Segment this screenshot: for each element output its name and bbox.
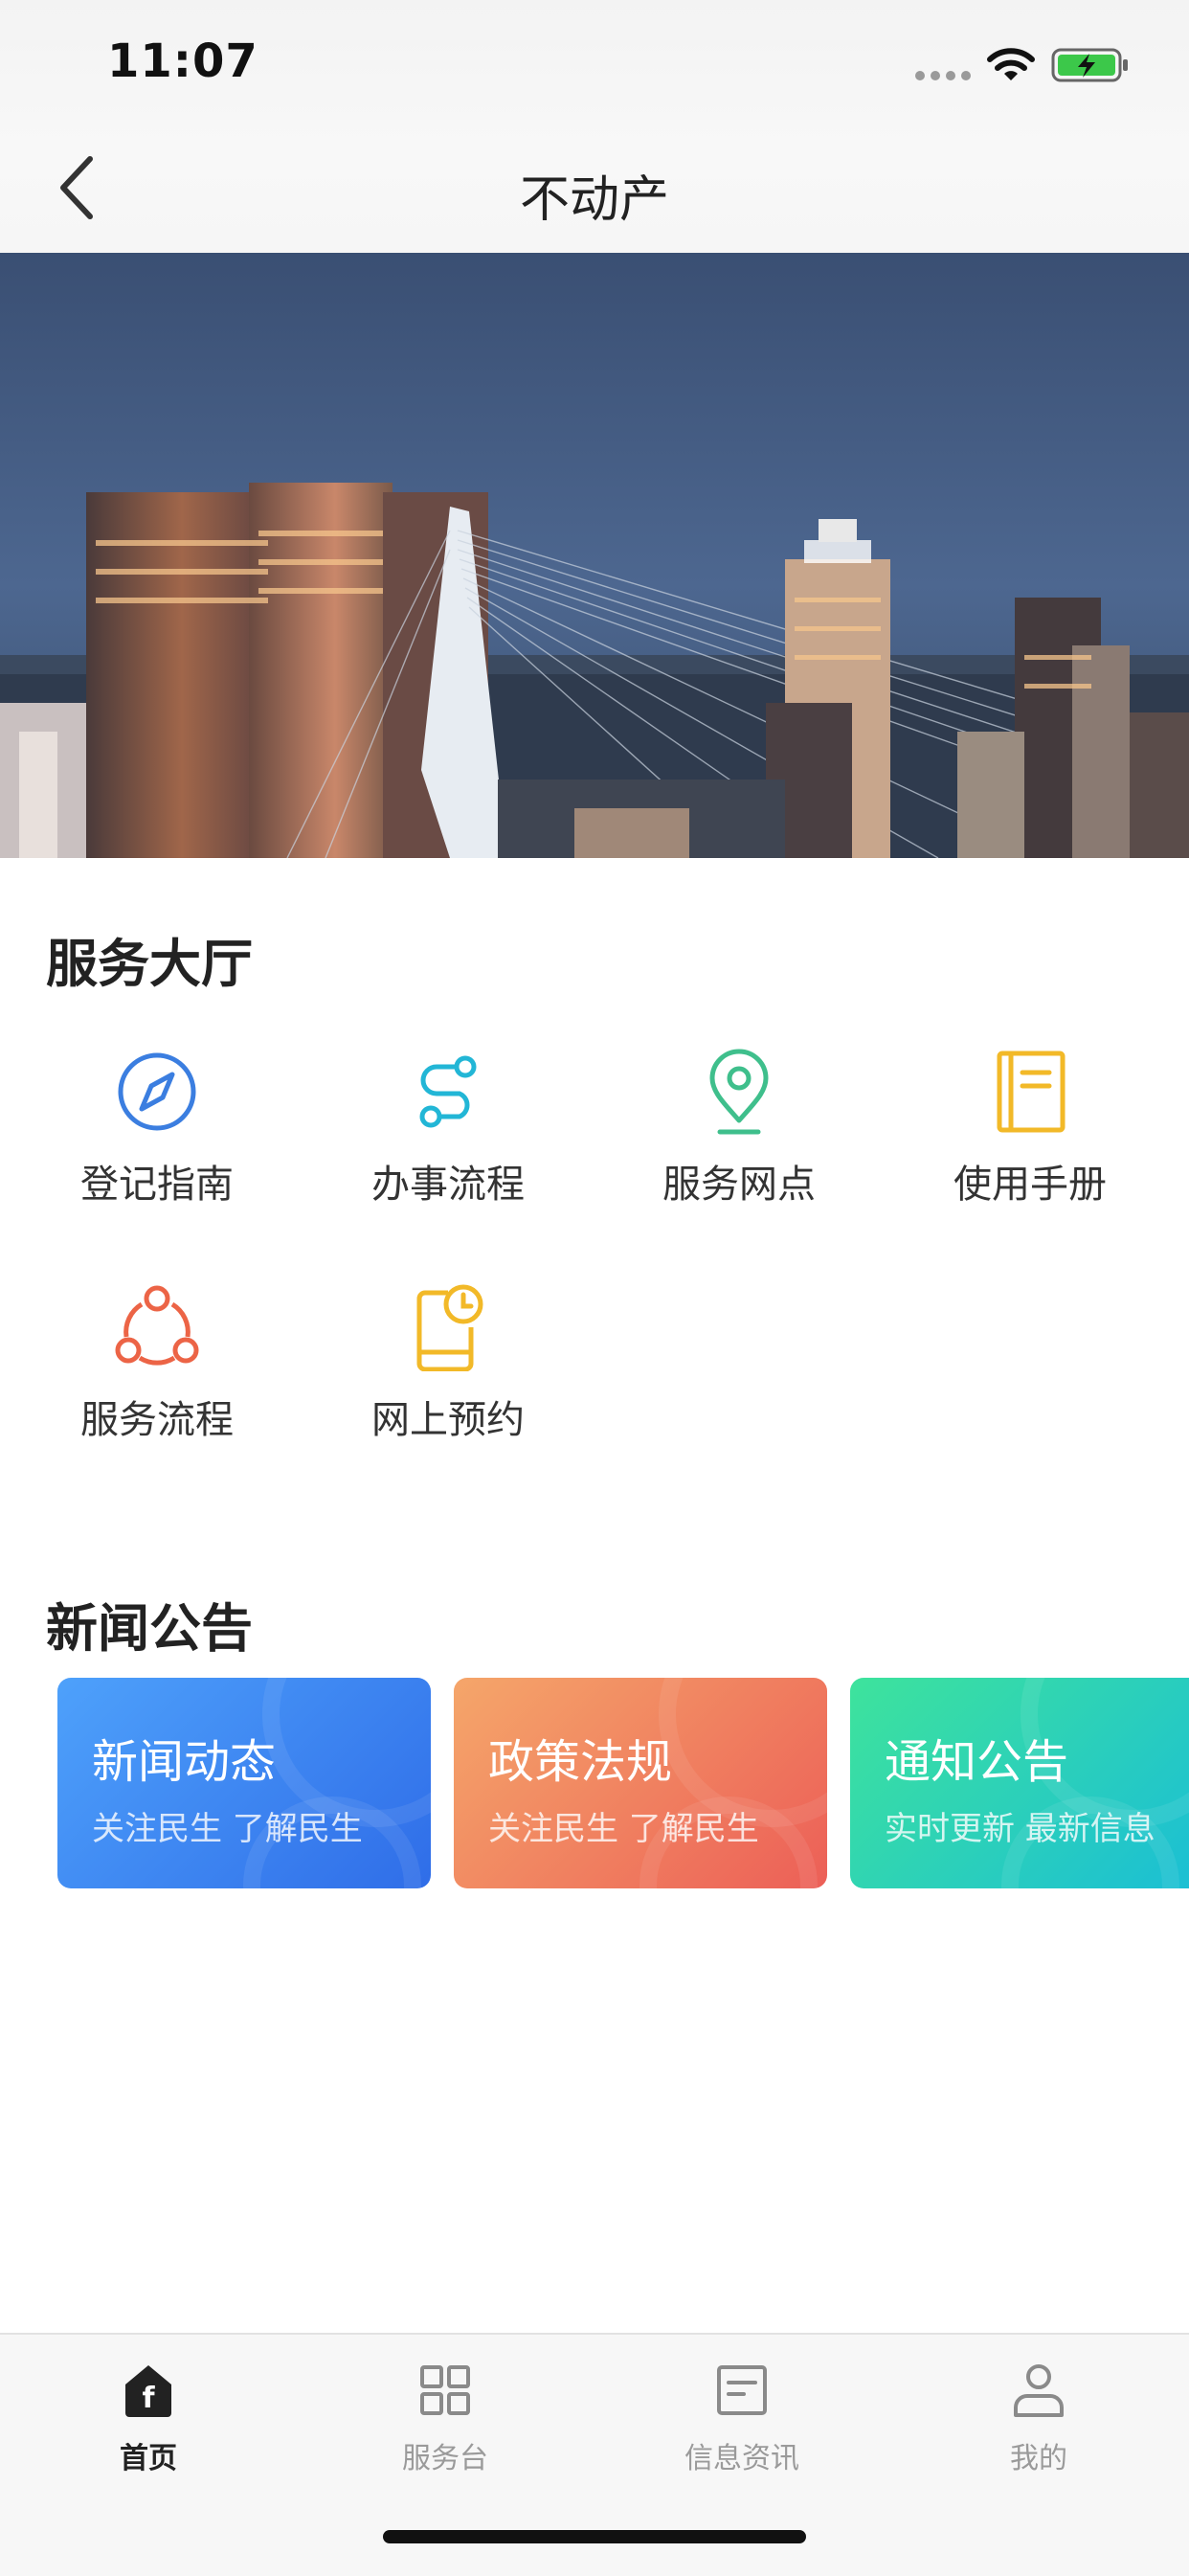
compass-icon <box>118 1052 196 1131</box>
news-card-title: 通知公告 <box>885 1735 1069 1789</box>
service-item-label: 登记指南 <box>80 1163 234 1207</box>
route-icon <box>419 1055 477 1128</box>
user-icon <box>1014 2364 1064 2417</box>
service-item-label: 服务流程 <box>80 1398 234 1442</box>
service-item-label: 服务网点 <box>662 1163 816 1207</box>
banner-image <box>0 253 1189 858</box>
share-nodes-icon <box>115 1285 199 1366</box>
tab-label: 服务台 <box>402 2442 488 2475</box>
tab-home[interactable]: f 首页 <box>0 2361 297 2486</box>
cellular-signal-icon <box>915 71 971 80</box>
home-indicator <box>383 2530 806 2543</box>
service-item-procedure[interactable]: 办事流程 <box>304 1048 592 1239</box>
top-bar: 11:07 不动产 <box>0 0 1189 253</box>
news-icon <box>717 2365 767 2415</box>
phone-clock-icon <box>416 1284 483 1371</box>
service-item-registration-guide[interactable]: 登记指南 <box>13 1048 301 1239</box>
grid-icon <box>420 2365 470 2415</box>
location-pin-icon <box>709 1049 769 1135</box>
news-card-subtitle: 关注民生 了解民生 <box>92 1810 363 1848</box>
book-icon <box>997 1051 1066 1133</box>
news-section-title: 新闻公告 <box>46 1598 253 1659</box>
svg-text:f: f <box>142 2382 155 2415</box>
service-item-label: 使用手册 <box>953 1163 1107 1207</box>
news-card-notices[interactable]: 通知公告 实时更新 最新信息 <box>850 1678 1189 1888</box>
tab-label: 我的 <box>1010 2442 1067 2475</box>
news-card-subtitle: 关注民生 了解民生 <box>488 1810 759 1848</box>
service-item-service-outlets[interactable]: 服务网点 <box>595 1048 883 1239</box>
service-item-online-booking[interactable]: 网上预约 <box>304 1283 592 1475</box>
news-card-subtitle: 实时更新 最新信息 <box>885 1810 1155 1848</box>
wifi-icon <box>987 48 1035 80</box>
news-card-title: 新闻动态 <box>92 1735 277 1789</box>
service-hall-title: 服务大厅 <box>46 934 253 994</box>
tab-information[interactable]: 信息资讯 <box>594 2361 890 2486</box>
service-item-service-flow[interactable]: 服务流程 <box>13 1283 301 1475</box>
news-card-title: 政策法规 <box>488 1735 673 1789</box>
service-item-label: 网上预约 <box>371 1398 525 1442</box>
news-card-news-updates[interactable]: 新闻动态 关注民生 了解民生 <box>57 1678 431 1888</box>
status-time: 11:07 <box>107 34 258 88</box>
tab-mine[interactable]: 我的 <box>890 2361 1187 2486</box>
tab-label: 首页 <box>120 2442 177 2475</box>
battery-charging-icon <box>1051 48 1128 82</box>
tab-service-desk[interactable]: 服务台 <box>297 2361 594 2486</box>
service-item-label: 办事流程 <box>371 1163 525 1207</box>
page-title: 不动产 <box>519 171 669 229</box>
news-card-policies[interactable]: 政策法规 关注民生 了解民生 <box>454 1678 827 1888</box>
tab-label: 信息资讯 <box>684 2442 799 2475</box>
service-item-user-manual[interactable]: 使用手册 <box>886 1048 1174 1239</box>
home-icon: f <box>125 2365 171 2417</box>
